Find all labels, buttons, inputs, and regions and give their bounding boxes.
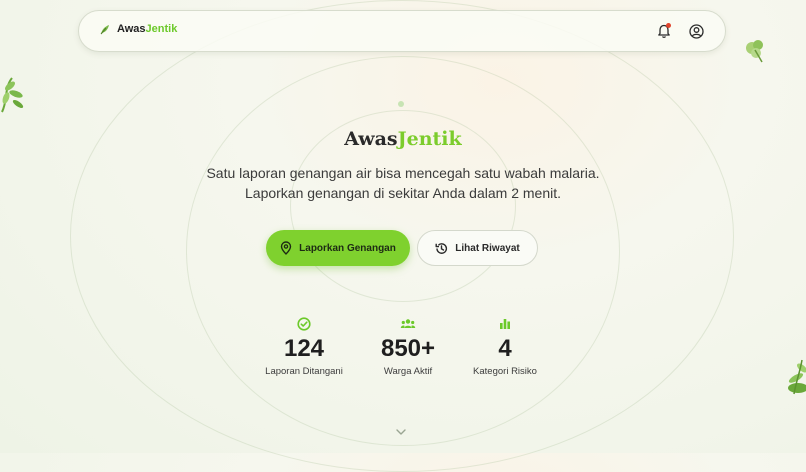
view-history-button[interactable]: Lihat Riwayat [417,230,538,266]
hero-subtitle-line2: Laporkan genangan di sekitar Anda dalam … [245,185,561,201]
stat-risk-categories: 4 Kategori Risiko [450,316,560,377]
hero-title-primary: Awas [344,128,398,150]
user-circle-icon [688,23,704,39]
stat-label: Kategori Risiko [473,366,537,377]
notification-badge [666,23,671,28]
history-icon [435,242,448,254]
brand-logo-link[interactable]: AwasJentik [99,23,177,35]
report-puddle-button[interactable]: Laporkan Genangan [266,230,410,266]
stat-reports-handled: 124 Laporan Ditangani [249,316,359,377]
report-puddle-label: Laporkan Genangan [299,242,396,254]
hero-subtitle-line1: Satu laporan genangan air bisa mencegah … [206,165,600,181]
stat-label: Laporan Ditangani [265,366,343,377]
plant-decoration-top-right [746,40,763,63]
bar-chart-icon [500,319,510,329]
stat-label: Warga Aktif [383,366,433,377]
stat-value: 850+ [380,335,436,362]
brand-name-accent: Jentik [145,23,178,35]
brand-name-primary: Awas [117,23,146,35]
map-pin-icon [280,241,292,255]
hero-title: AwasJentik [0,128,806,150]
users-icon [400,319,416,328]
notification-button[interactable] [655,22,673,40]
stat-value: 124 [283,335,325,362]
brand-name: AwasJentik [117,23,177,35]
profile-button[interactable] [687,22,705,40]
check-circle-icon [297,317,311,331]
hero-title-accent: Jentik [397,128,462,150]
stat-value: 4 [498,335,512,362]
decorative-dot [398,101,404,107]
plant-decoration-left [1,77,24,113]
plant-decoration-bottom-right [788,359,806,395]
stat-active-citizens: 850+ Warga Aktif [353,316,463,377]
chevron-down-icon[interactable] [395,427,407,437]
leaf-logo-icon [100,25,109,35]
view-history-label: Lihat Riwayat [455,242,520,254]
top-navbar: AwasJentik [78,10,726,52]
